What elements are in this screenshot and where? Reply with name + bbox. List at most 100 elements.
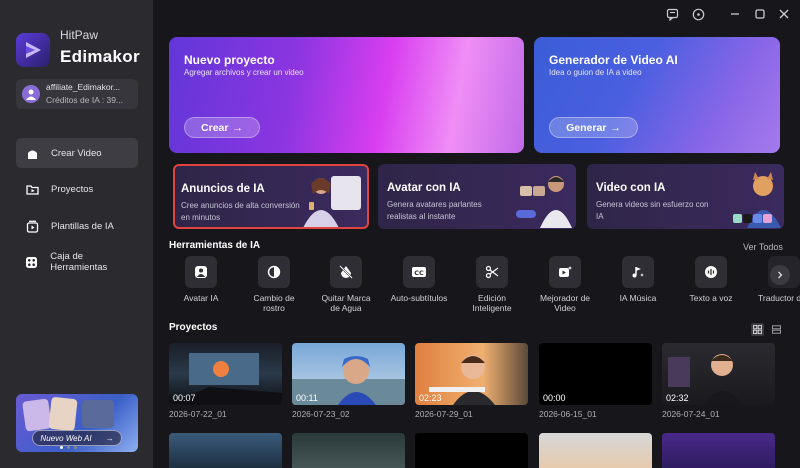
carousel-dots[interactable]	[60, 446, 77, 449]
tool-face-swap[interactable]: Cambio de rostro	[244, 256, 304, 313]
generate-button[interactable]: Generar →	[549, 117, 638, 138]
ai-video-card[interactable]: Video con IA Genera videos sin esfuerzo …	[587, 164, 784, 229]
project-thumbnail[interactable]	[662, 433, 775, 468]
projects-section-title: Proyectos	[169, 322, 218, 333]
account-name: affiliate_Edimakor...	[46, 82, 121, 92]
sidebar-item-caja-herramientas[interactable]: Caja de Herramientas	[16, 247, 138, 277]
arrow-right-icon: →	[105, 433, 114, 443]
ai-video-illustration	[733, 172, 781, 228]
tool-label: Texto a voz	[689, 293, 733, 303]
promo-banner[interactable]: Nuevo Web AI →	[16, 394, 138, 452]
tool-text-to-speech[interactable]: Texto a voz	[681, 256, 741, 303]
promo-button[interactable]: Nuevo Web AI →	[32, 430, 122, 446]
close-icon[interactable]	[776, 6, 792, 22]
create-button[interactable]: Crear →	[184, 117, 260, 138]
new-project-card[interactable]: Nuevo proyecto Agregar archivos y crear …	[169, 37, 524, 153]
text-to-speech-icon	[695, 256, 727, 288]
ai-ads-desc: Cree anuncios de alta conversión en minu…	[181, 201, 300, 222]
create-button-label: Crear	[201, 121, 229, 134]
ai-ads-card[interactable]: Anuncios de IA Cree anuncios de alta con…	[173, 164, 369, 229]
account-panel[interactable]: affiliate_Edimakor... Créditos de IA : 3…	[16, 79, 138, 109]
tool-label: Traductor de video	[758, 293, 800, 303]
tool-label: Edición Inteligente	[472, 293, 512, 313]
carousel-dot[interactable]	[60, 446, 63, 449]
video-enhancer-icon	[549, 256, 581, 288]
feedback-icon[interactable]	[664, 6, 680, 22]
avatar	[22, 85, 40, 103]
ai-video-generator-card[interactable]: Generador de Video AI Idea o guion de IA…	[534, 37, 780, 153]
project-thumbnail[interactable]: 00:00	[539, 343, 652, 405]
ai-avatar-title: Avatar con IA	[387, 182, 461, 194]
ai-avatar-illustration	[516, 176, 572, 228]
project-duration: 00:00	[543, 393, 566, 403]
grid-view-icon[interactable]	[751, 323, 764, 336]
project-duration: 00:07	[173, 393, 196, 403]
project-thumbnail[interactable]	[415, 433, 528, 468]
promo-label: Nuevo Web AI	[40, 433, 92, 443]
promo-image	[48, 396, 78, 432]
promo-image	[82, 400, 114, 428]
sidebar-item-label: Plantillas de IA	[51, 220, 114, 232]
sidebar-item-crear-video[interactable]: Crear Video	[16, 138, 138, 168]
project-date: 2026-07-24_01	[662, 409, 720, 419]
sidebar-item-plantillas[interactable]: Plantillas de IA	[16, 211, 138, 241]
tool-ai-music[interactable]: IA Música	[608, 256, 668, 303]
tool-label: Avatar IA	[183, 293, 219, 303]
project-thumbnail[interactable]: 02:32	[662, 343, 775, 405]
project-date: 2026-07-22_01	[169, 409, 227, 419]
tool-label: Mejorador de Video	[539, 293, 591, 313]
project-thumbnail[interactable]: 00:11	[292, 343, 405, 405]
ai-video-desc: Genera videos sin esfuerzo con IA	[596, 200, 709, 221]
sidebar-item-proyectos[interactable]: Proyectos	[16, 174, 138, 204]
project-date: 2026-07-23_02	[292, 409, 350, 419]
tool-avatar-ia[interactable]: Avatar IA	[171, 256, 231, 303]
sidebar: HitPaw Edimakor affiliate_Edimakor... Cr…	[0, 0, 153, 468]
minimize-icon[interactable]	[727, 6, 743, 22]
ai-ads-title: Anuncios de IA	[181, 183, 265, 195]
chevron-right-icon	[778, 271, 783, 279]
project-duration: 02:32	[666, 393, 689, 403]
tool-watermark-remove[interactable]: Quitar Marca de Agua	[316, 256, 376, 313]
arrow-right-icon: →	[232, 121, 243, 134]
project-thumbnail[interactable]	[169, 433, 282, 468]
project-thumbnail[interactable]	[292, 433, 405, 468]
sidebar-item-label: Crear Video	[51, 147, 102, 159]
face-swap-icon	[258, 256, 290, 288]
brand-name: Edimakor	[60, 47, 140, 66]
app-window: HitPaw Edimakor affiliate_Edimakor... Cr…	[0, 0, 800, 468]
sidebar-item-label: Proyectos	[51, 183, 94, 195]
new-project-subtitle: Agregar archivos y crear un video	[184, 68, 304, 77]
tool-label: IA Música	[619, 293, 657, 303]
tool-label: Cambio de rostro	[253, 293, 295, 313]
project-thumbnail[interactable]	[539, 433, 652, 468]
app-logo-icon	[16, 33, 50, 67]
home-icon	[25, 146, 39, 160]
tool-video-enhancer[interactable]: Mejorador de Video	[535, 256, 595, 313]
subtitles-icon: CC	[403, 256, 435, 288]
promo-image	[22, 398, 52, 432]
svg-text:CC: CC	[414, 269, 424, 277]
brand-name-top: HitPaw	[60, 28, 99, 42]
smart-edit-icon	[476, 256, 508, 288]
list-view-icon[interactable]	[770, 323, 783, 336]
info-icon[interactable]	[690, 6, 706, 22]
music-icon	[622, 256, 654, 288]
tool-auto-subtitles[interactable]: CC Auto-subtítulos	[389, 256, 449, 303]
template-icon	[25, 219, 39, 233]
project-date: 2026-07-29_01	[415, 409, 473, 419]
ai-avatar-card[interactable]: Avatar con IA Genera avatares parlantes …	[378, 164, 576, 229]
tools-next-button[interactable]	[770, 265, 790, 285]
see-all-link[interactable]: Ver Todos	[743, 242, 783, 252]
ai-video-generator-subtitle: Idea o guion de IA a video	[549, 68, 642, 77]
folder-icon	[25, 182, 39, 196]
project-duration: 02:23	[419, 393, 442, 403]
ai-video-title: Video con IA	[596, 182, 666, 194]
tool-smart-edit[interactable]: Edición Inteligente	[462, 256, 522, 313]
carousel-dot[interactable]	[74, 446, 77, 449]
carousel-dot[interactable]	[67, 446, 70, 449]
project-thumbnail[interactable]: 02:23	[415, 343, 528, 405]
watermark-remove-icon	[330, 256, 362, 288]
maximize-icon[interactable]	[752, 6, 768, 22]
ai-ads-illustration	[303, 176, 361, 227]
project-thumbnail[interactable]: 00:07	[169, 343, 282, 405]
